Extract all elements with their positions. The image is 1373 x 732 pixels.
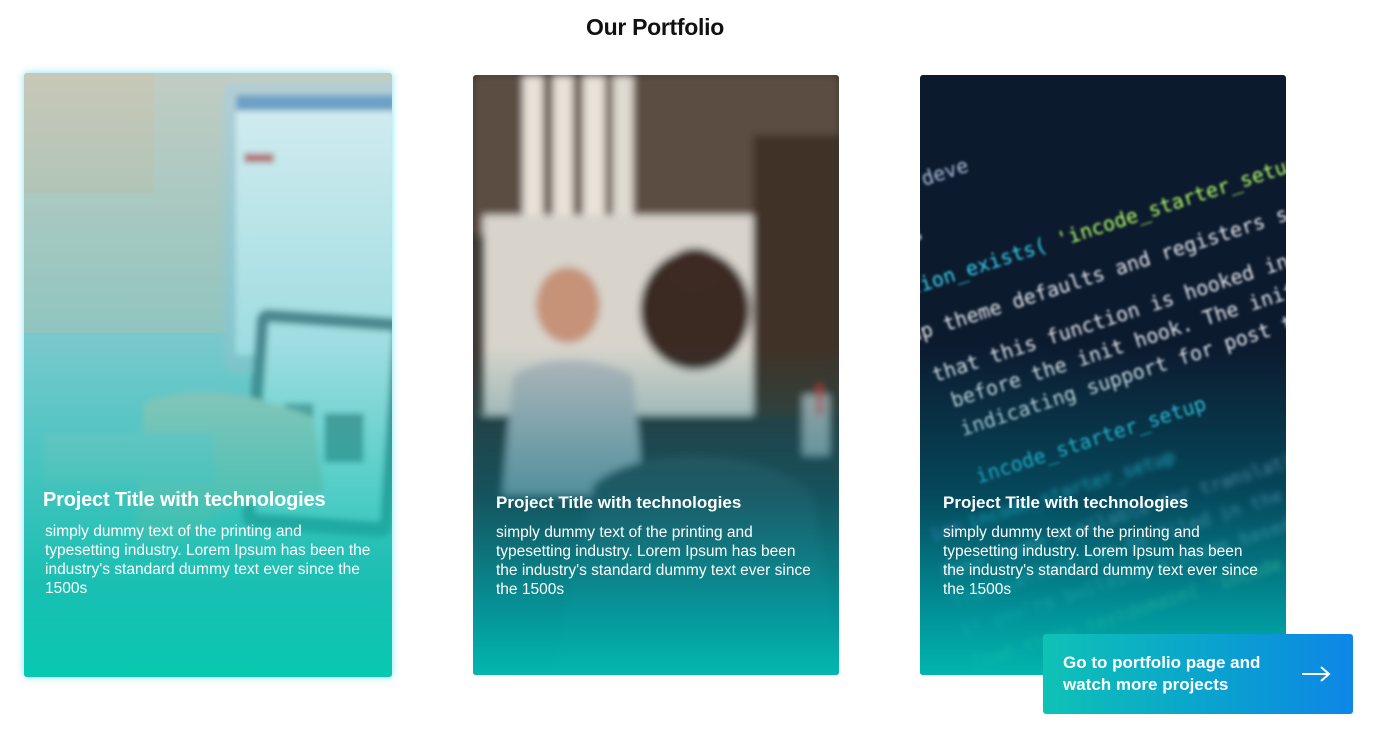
- card-description: simply dummy text of the printing and ty…: [496, 524, 811, 598]
- card-title: Project Title with technologies: [496, 493, 742, 512]
- portfolio-card-3[interactable]: ps://deve _s nction_exists( 'incode_star…: [920, 75, 1286, 675]
- portfolio-page-button-label: Go to portfolio page and watch more proj…: [1063, 653, 1261, 694]
- card-title: Project Title with technologies: [43, 489, 326, 511]
- card-description: simply dummy text of the printing and ty…: [45, 523, 371, 597]
- card-description: simply dummy text of the printing and ty…: [943, 524, 1258, 598]
- section-title: Our Portfolio: [586, 14, 724, 40]
- card-title: Project Title with technologies: [943, 493, 1189, 512]
- portfolio-page-button[interactable]: Go to portfolio page and watch more proj…: [1043, 634, 1353, 714]
- portfolio-card-1[interactable]: Project Title with technologies simply d…: [24, 73, 392, 677]
- portfolio-card-2[interactable]: Project Title with technologies simply d…: [473, 75, 839, 675]
- arrow-right-icon: [1302, 666, 1331, 682]
